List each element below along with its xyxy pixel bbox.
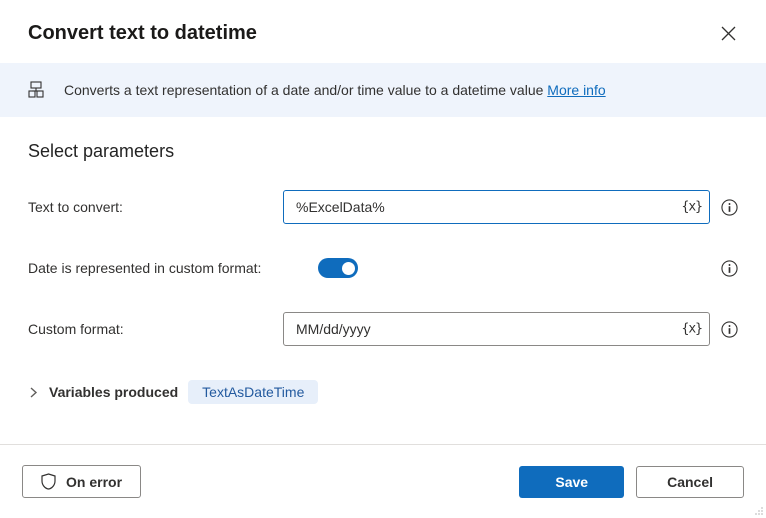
parameters-section: Select parameters Text to convert: {x} D… [0, 117, 766, 414]
dialog-footer: On error Save Cancel [0, 444, 766, 518]
param-label: Date is represented in custom format: [28, 260, 318, 276]
param-label: Custom format: [28, 321, 283, 337]
expand-chevron[interactable] [28, 387, 39, 398]
param-custom-format: Custom format: {x} [28, 312, 738, 346]
param-custom-format-toggle: Date is represented in custom format: [28, 258, 738, 278]
close-icon [721, 26, 736, 41]
variables-produced-row: Variables produced TextAsDateTime [28, 380, 738, 404]
text-to-convert-input[interactable] [283, 190, 710, 224]
info-banner: Converts a text representation of a date… [0, 63, 766, 117]
footer-buttons: Save Cancel [519, 466, 744, 498]
custom-format-input[interactable] [283, 312, 710, 346]
close-button[interactable] [718, 24, 738, 44]
dialog-header: Convert text to datetime [0, 0, 766, 63]
action-type-icon [28, 81, 46, 99]
toggle-knob [342, 262, 355, 275]
variables-produced-label: Variables produced [49, 384, 178, 400]
on-error-button[interactable]: On error [22, 465, 141, 498]
save-button[interactable]: Save [519, 466, 624, 498]
shield-icon [41, 473, 56, 490]
banner-text-wrap: Converts a text representation of a date… [64, 82, 606, 98]
chevron-right-icon [28, 387, 39, 398]
banner-text: Converts a text representation of a date… [64, 82, 547, 98]
param-label: Text to convert: [28, 199, 283, 215]
insert-variable-button[interactable]: {x} [682, 322, 702, 337]
dialog-title: Convert text to datetime [28, 22, 257, 45]
param-text-to-convert: Text to convert: {x} [28, 190, 738, 224]
info-icon[interactable] [720, 198, 738, 216]
section-title: Select parameters [28, 141, 738, 162]
custom-format-toggle[interactable] [318, 258, 358, 278]
variable-chip[interactable]: TextAsDateTime [188, 380, 318, 404]
more-info-link[interactable]: More info [547, 82, 605, 98]
insert-variable-button[interactable]: {x} [682, 200, 702, 215]
cancel-button[interactable]: Cancel [636, 466, 744, 498]
on-error-label: On error [66, 474, 122, 490]
info-icon[interactable] [720, 259, 738, 277]
info-icon[interactable] [720, 320, 738, 338]
resize-grip-icon[interactable] [754, 506, 764, 516]
